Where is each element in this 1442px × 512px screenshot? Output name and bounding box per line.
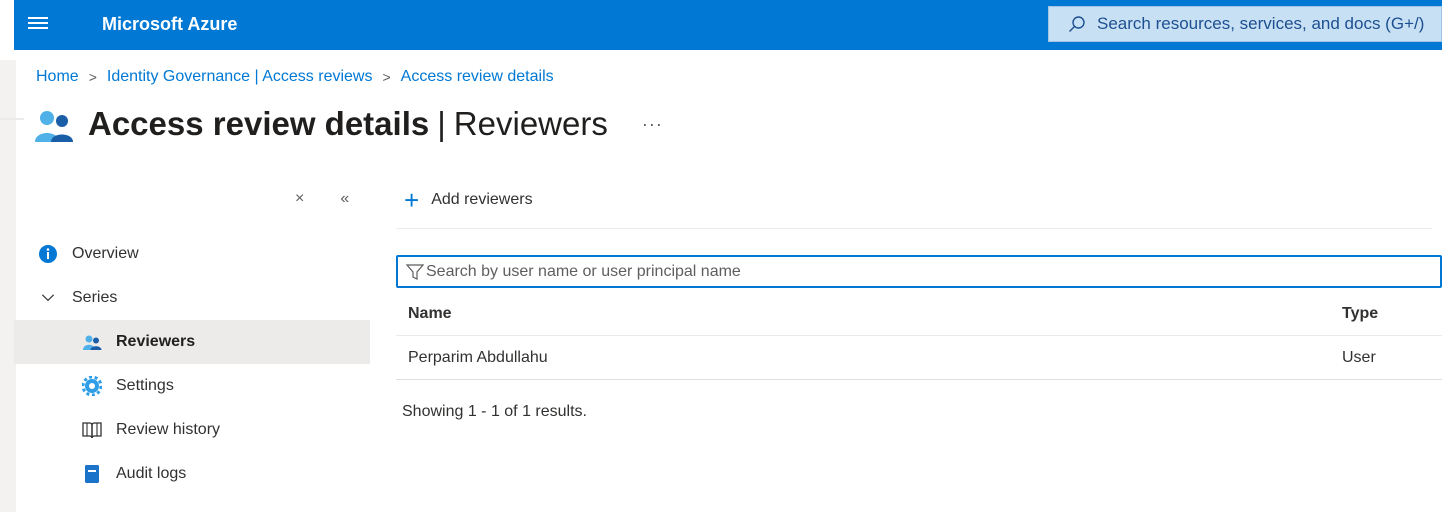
breadcrumb-identity-governance[interactable]: Identity Governance | Access reviews — [107, 68, 373, 86]
info-icon — [38, 244, 58, 264]
sidebar-item-settings[interactable]: Settings — [14, 364, 370, 408]
reviewers-table: Name Type Perparim Abdullahu User — [396, 292, 1442, 380]
column-header-type[interactable]: Type — [1342, 305, 1442, 323]
table-row[interactable]: Perparim Abdullahu User — [396, 336, 1442, 380]
chevron-down-icon — [38, 288, 58, 308]
log-icon — [82, 464, 102, 484]
page-title: Access review details — [88, 105, 430, 142]
sidebar-item-reviewers[interactable]: Reviewers — [14, 320, 370, 364]
column-header-name[interactable]: Name — [396, 305, 1342, 323]
page-subtitle: Reviewers — [453, 105, 608, 142]
sidebar-item-label: Review history — [116, 421, 221, 438]
breadcrumb-separator-icon: > — [88, 69, 97, 85]
add-reviewers-label: Add reviewers — [431, 191, 533, 208]
gear-icon — [82, 376, 102, 396]
cell-name: Perparim Abdullahu — [408, 348, 548, 366]
top-bar: Microsoft Azure Search resources, servic… — [14, 0, 1442, 50]
sidebar-item-label: Overview — [72, 245, 139, 262]
toolbar-divider — [396, 228, 1432, 229]
table-header: Name Type — [396, 292, 1442, 336]
sidebar-group-series[interactable]: Series — [14, 276, 370, 320]
reviewer-search-input[interactable] — [426, 262, 1409, 281]
page-header: Access review details | Reviewers ··· — [34, 104, 663, 144]
cell-type: User — [1342, 348, 1376, 366]
results-count: Showing 1 - 1 of 1 results. — [402, 403, 587, 420]
hamburger-menu-icon[interactable] — [28, 14, 48, 34]
add-reviewers-button[interactable]: + Add reviewers — [404, 185, 533, 215]
sidebar-item-label: Audit logs — [116, 465, 187, 482]
global-search-box[interactable]: Search resources, services, and docs (G+… — [1048, 6, 1442, 42]
more-options-icon[interactable]: ··· — [642, 114, 663, 135]
title-separator: | — [437, 105, 446, 142]
sidebar-item-label: Reviewers — [116, 333, 196, 350]
sidebar-item-review-history[interactable]: Review history — [14, 408, 370, 452]
reviewer-filter-box[interactable] — [396, 255, 1442, 288]
sidebar-item-label: Settings — [116, 377, 174, 394]
sidebar-item-audit-logs[interactable]: Audit logs — [14, 452, 370, 496]
filter-icon — [406, 263, 424, 280]
breadcrumb-home[interactable]: Home — [36, 68, 79, 86]
sidebar-item-overview[interactable]: Overview — [14, 232, 370, 276]
people-icon — [35, 111, 73, 142]
breadcrumb-access-review-details[interactable]: Access review details — [401, 68, 554, 86]
search-icon — [1069, 16, 1085, 32]
book-icon — [82, 420, 102, 440]
breadcrumb-separator-icon: > — [382, 69, 391, 85]
sidebar-nav: Overview Series Reviewers Settings Revie… — [14, 232, 370, 496]
sidebar-item-label: Series — [72, 289, 118, 306]
search-placeholder: Search resources, services, and docs (G+… — [1097, 14, 1425, 33]
brand-title[interactable]: Microsoft Azure — [102, 14, 237, 35]
people-icon — [82, 332, 102, 352]
plus-icon: + — [404, 185, 420, 215]
breadcrumb: Home > Identity Governance | Access revi… — [36, 68, 554, 86]
close-icon[interactable]: × — [295, 190, 304, 208]
collapse-sidebar-icon[interactable]: « — [340, 190, 349, 208]
sidebar-controls: × « — [295, 190, 349, 208]
